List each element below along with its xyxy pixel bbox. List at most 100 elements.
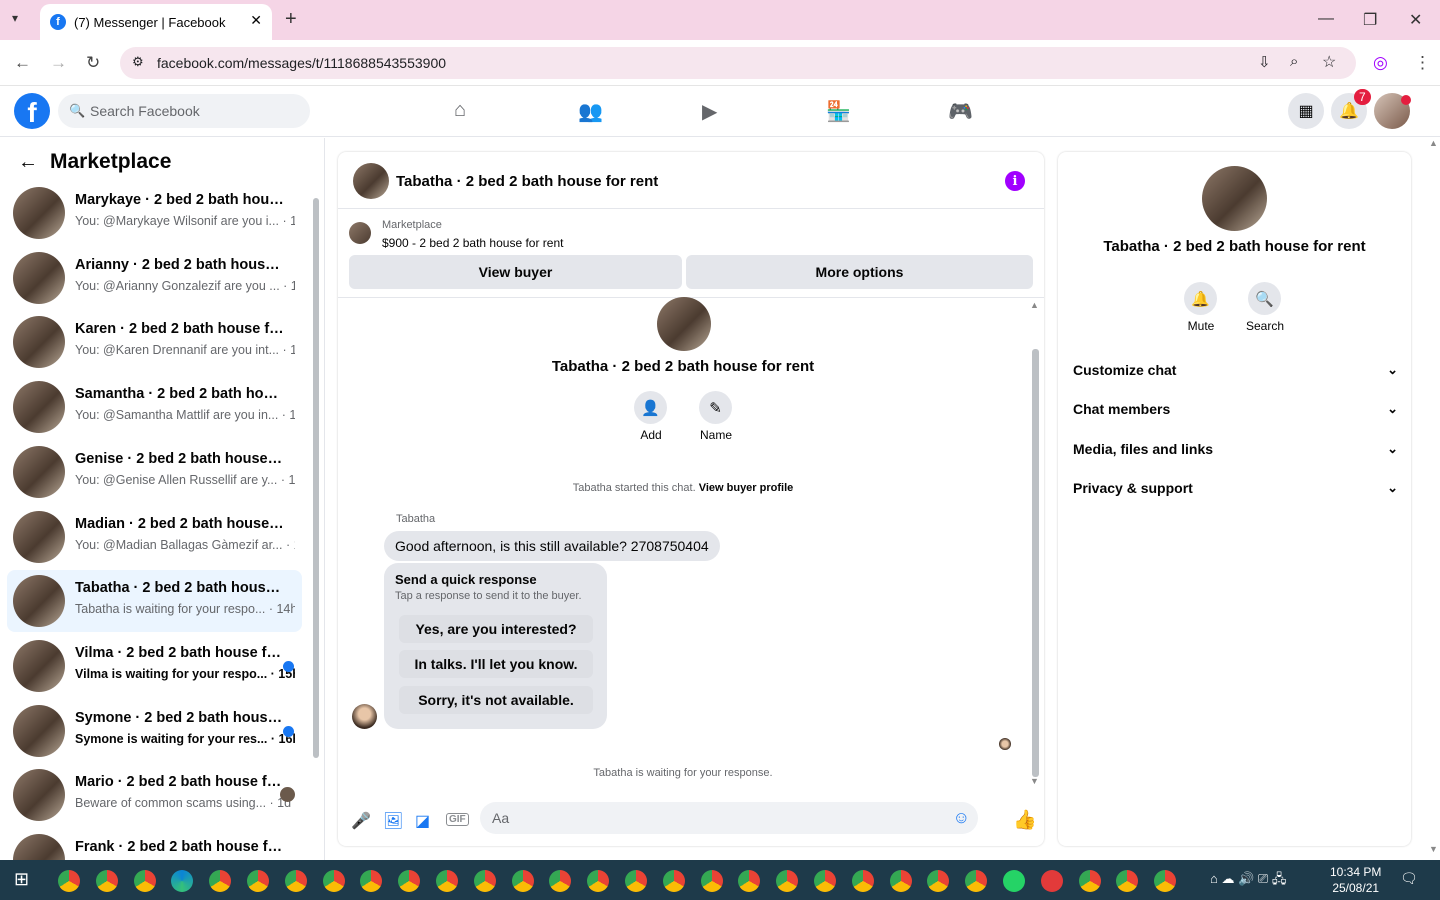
marketplace-icon[interactable]: 🏪	[826, 99, 851, 124]
section-media-files-links[interactable]: Media, files and links ⌄	[1073, 441, 1398, 457]
taskbar-app-icon[interactable]	[171, 870, 194, 892]
sticker-icon[interactable]: ◪	[415, 811, 430, 831]
url-field[interactable]: ⚙ facebook.com/messages/t/11186885435539…	[120, 47, 1356, 79]
system-tray-icons[interactable]: ⌂ ☁ 🔊 ⎚ 🖧	[1210, 870, 1286, 892]
browser-menu-icon[interactable]: ⋮	[1414, 53, 1431, 73]
taskbar-app-icon[interactable]	[58, 870, 80, 892]
taskbar-app-icon[interactable]	[1040, 870, 1063, 892]
taskbar-app-icon[interactable]	[965, 870, 988, 892]
taskbar-app-icon[interactable]	[549, 870, 572, 892]
taskbar-app-icon[interactable]	[511, 870, 534, 892]
taskbar-app-icon[interactable]	[851, 870, 874, 892]
message-input[interactable]: Aa ☺	[480, 802, 978, 834]
conversation-item[interactable]: Symone · 2 bed 2 bath house f... Symone i…	[7, 700, 302, 762]
edit-name-icon[interactable]: ✎	[699, 391, 732, 424]
taskbar-app-icon[interactable]	[662, 870, 685, 892]
taskbar-app-icon[interactable]	[927, 870, 950, 892]
back-arrow-icon[interactable]: ←	[14, 53, 31, 73]
conversation-item[interactable]: Mario · 2 bed 2 bath house fo... Beware o…	[7, 764, 302, 826]
view-buyer-profile-link[interactable]: View buyer profile	[699, 482, 794, 494]
listing-thumbnail[interactable]	[349, 222, 371, 244]
friends-icon[interactable]: 👥	[578, 99, 603, 124]
home-icon[interactable]: ⌂	[454, 99, 466, 122]
section-customize-chat[interactable]: Customize chat ⌄	[1073, 362, 1398, 378]
taskbar-app-icon[interactable]	[95, 870, 118, 892]
mute-bell-icon[interactable]: 🔔	[1184, 282, 1217, 315]
emoji-icon[interactable]: ☺	[953, 808, 970, 828]
chat-title[interactable]: Tabatha · 2 bed 2 bath house for rent	[396, 173, 658, 190]
tab-close-icon[interactable]: ✕	[250, 12, 262, 29]
page-scrollbar[interactable]: ▲ ▼	[1427, 138, 1440, 860]
gif-icon[interactable]: GIF	[446, 813, 469, 826]
conversation-item[interactable]: Vilma · 2 bed 2 bath house for... Vilma i…	[7, 635, 302, 697]
minimize-button[interactable]: —	[1318, 10, 1334, 28]
section-privacy-support[interactable]: Privacy & support ⌄	[1073, 480, 1398, 496]
quick-reply-in-talks[interactable]: In talks. I'll let you know.	[399, 650, 593, 678]
conversation-item[interactable]: Tabatha · 2 bed 2 bath house fo... Tabath…	[7, 570, 302, 633]
taskbar-app-icon[interactable]	[247, 870, 269, 892]
add-person-icon[interactable]: 👤	[634, 391, 667, 424]
taskbar-app-icon[interactable]	[1154, 870, 1177, 892]
photo-icon[interactable]: 🖼	[383, 811, 403, 831]
search-icon[interactable]: 🔍	[1248, 282, 1281, 315]
taskbar-app-icon[interactable]	[587, 870, 610, 892]
notification-center-icon[interactable]: 🗨	[1400, 870, 1418, 887]
windows-start-icon[interactable]: ⊞	[14, 869, 29, 890]
taskbar-app-icon[interactable]	[889, 870, 912, 892]
taskbar-app-icon[interactable]	[738, 870, 761, 892]
bookmark-star-icon[interactable]: ☆	[1322, 52, 1336, 72]
chat-scrollbar[interactable]	[1032, 349, 1039, 777]
info-icon[interactable]: i	[1005, 171, 1025, 191]
listing-text[interactable]: $900 - 2 bed 2 bath house for rent	[382, 236, 563, 250]
conversation-item[interactable]: Marykaye · 2 bed 2 bath house f... You: @…	[7, 182, 302, 244]
taskbar-app-icon[interactable]	[814, 870, 836, 892]
back-arrow-icon[interactable]: ←	[18, 151, 38, 174]
new-tab-button[interactable]: +	[285, 8, 297, 31]
taskbar-app-icon[interactable]	[133, 870, 156, 892]
conversation-item[interactable]: Genise · 2 bed 2 bath house for ... You: …	[7, 441, 302, 503]
page-scroll-down-arrow[interactable]: ▼	[1429, 844, 1438, 854]
chat-avatar[interactable]	[353, 163, 389, 199]
conversation-item[interactable]: Karen · 2 bed 2 bath house for r... You: …	[7, 311, 302, 373]
menu-grid-icon[interactable]: ▦	[1288, 93, 1324, 129]
taskbar-app-icon[interactable]	[776, 870, 799, 892]
install-icon[interactable]: ⇩	[1258, 53, 1271, 71]
sidebar-scrollbar[interactable]	[313, 198, 319, 758]
page-scroll-up-arrow[interactable]: ▲	[1429, 138, 1438, 148]
message-bubble[interactable]: Good afternoon, is this still available?…	[384, 531, 720, 561]
taskbar-app-icon[interactable]	[1116, 870, 1139, 892]
reload-icon[interactable]: ↻	[86, 53, 100, 73]
taskbar-app-icon[interactable]	[625, 870, 647, 892]
taskbar-app-icon[interactable]	[398, 870, 421, 892]
profile-icon[interactable]: ◎	[1373, 53, 1388, 73]
sender-avatar[interactable]	[352, 704, 377, 729]
forward-arrow-icon[interactable]: →	[50, 53, 67, 73]
conversation-item[interactable]: Madian · 2 bed 2 bath house for... You: @…	[7, 506, 302, 568]
search-input[interactable]: 🔍 Search Facebook	[58, 94, 310, 128]
taskbar-app-icon[interactable]	[284, 870, 307, 892]
more-options-button[interactable]: More options	[686, 255, 1033, 289]
conversation-item[interactable]: Samantha · 2 bed 2 bath house ... You: @S…	[7, 376, 302, 438]
scroll-up-arrow[interactable]: ▲	[1030, 300, 1039, 310]
browser-tab[interactable]: f (7) Messenger | Facebook ✕	[40, 4, 272, 40]
taskbar-app-icon[interactable]	[1003, 870, 1025, 892]
maximize-button[interactable]: ❐	[1363, 10, 1377, 30]
conversation-item[interactable]: Arianny · 2 bed 2 bath house for... You: …	[7, 247, 302, 309]
taskbar-app-icon[interactable]	[209, 870, 232, 892]
facebook-logo-icon[interactable]: f	[14, 93, 50, 129]
taskbar-clock[interactable]: 10:34 PM 25/08/21	[1330, 864, 1381, 896]
zoom-icon[interactable]: ⌕	[1290, 53, 1298, 70]
close-window-button[interactable]: ✕	[1409, 10, 1422, 30]
taskbar-app-icon[interactable]	[473, 870, 496, 892]
gaming-icon[interactable]: 🎮	[948, 99, 973, 124]
taskbar-app-icon[interactable]	[436, 870, 458, 892]
watch-icon[interactable]: ▶	[702, 99, 717, 124]
quick-reply-interested[interactable]: Yes, are you interested?	[399, 615, 593, 643]
microphone-icon[interactable]: 🎤	[351, 811, 371, 831]
thumbs-up-icon[interactable]: 👍	[1013, 808, 1037, 832]
taskbar-app-icon[interactable]	[700, 870, 723, 892]
taskbar-app-icon[interactable]	[322, 870, 345, 892]
view-buyer-button[interactable]: View buyer	[349, 255, 682, 289]
tab-search-icon[interactable]: ▾	[12, 11, 18, 25]
site-settings-icon[interactable]: ⚙	[132, 54, 144, 70]
